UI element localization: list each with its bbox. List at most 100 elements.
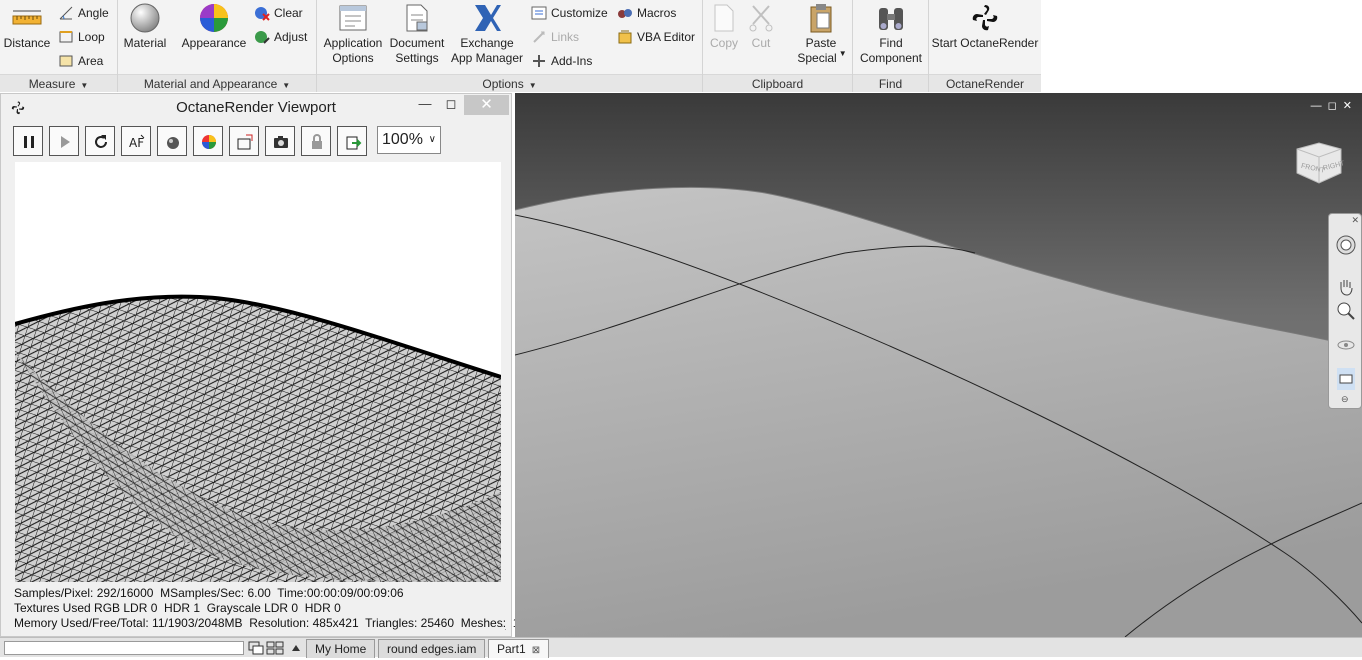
zoom-icon[interactable] [1335, 300, 1357, 322]
orbit-icon[interactable] [1335, 334, 1357, 356]
camera-button[interactable] [265, 126, 295, 156]
tab-part1[interactable]: Part1 ⊠ [488, 639, 550, 658]
adjust-label: Adjust [274, 30, 308, 44]
material-appearance-panel-title[interactable]: Material and Appearance ▼ [118, 74, 316, 92]
material-picker-button[interactable] [157, 126, 187, 156]
angle-button[interactable]: Angle [58, 3, 109, 23]
octane-status-area: Samples/Pixel: 292/16000 MSamples/Sec: 6… [14, 586, 519, 631]
octane-logo-icon [972, 5, 998, 31]
navbar-options-icon[interactable]: ⊖ [1341, 394, 1349, 405]
focus-picker-icon: AF [129, 134, 145, 150]
tile-windows-icon[interactable] [266, 641, 284, 655]
customize-button[interactable]: Customize [531, 3, 608, 23]
doc-settings-label-2: Settings [395, 51, 439, 65]
customize-icon [531, 6, 547, 20]
material-sphere-icon [130, 3, 160, 33]
chevron-down-icon: ▼ [80, 81, 89, 90]
paste-special-button[interactable]: Paste Special ▼ [797, 2, 847, 67]
zoom-select[interactable]: 100% ∨ [377, 126, 441, 154]
links-button[interactable]: Links [531, 27, 579, 47]
cascade-windows-icon[interactable] [248, 641, 264, 655]
play-button[interactable] [49, 126, 79, 156]
find-title-text: Find [878, 77, 903, 91]
octane-title-text: OctaneRender [945, 77, 1025, 91]
application-options-button[interactable]: Application Options [320, 2, 386, 66]
settings-export-button[interactable] [337, 126, 367, 156]
start-octanerender-label: Start OctaneRender [931, 36, 1039, 50]
chevron-down-icon: ▼ [528, 81, 537, 90]
clipboard-title-text: Clipboard [751, 77, 804, 91]
macros-icon [618, 8, 632, 18]
export-icon [237, 134, 253, 150]
pause-icon [24, 136, 34, 148]
pause-button[interactable] [13, 126, 43, 156]
cut-button[interactable]: Cut [745, 2, 777, 51]
chevron-down-icon: ∨ [428, 134, 436, 145]
ruler-icon [12, 10, 42, 25]
paste-label-1: Paste [805, 36, 837, 50]
command-input[interactable] [4, 641, 244, 655]
appearance-button[interactable]: Appearance [181, 2, 247, 51]
start-octanerender-button[interactable]: Start OctaneRender [931, 2, 1039, 51]
restart-icon [95, 135, 107, 148]
scissors-icon [749, 5, 773, 32]
vba-editor-icon [618, 30, 632, 44]
clipboard-icon [810, 4, 832, 33]
loop-button[interactable]: Loop [58, 27, 105, 47]
angle-icon [59, 6, 73, 20]
restart-button[interactable] [85, 126, 115, 156]
ribbon-empty-area [1041, 0, 1362, 92]
minimize-button[interactable]: — [415, 96, 435, 114]
app-options-label-2: Options [332, 51, 374, 65]
adjust-button[interactable]: Adjust [254, 27, 307, 47]
maximize-button[interactable]: ◻ [441, 96, 461, 114]
look-at-icon[interactable] [1335, 368, 1357, 390]
document-settings-icon [406, 4, 428, 32]
svg-text:AF: AF [129, 136, 144, 150]
tab-round-edges[interactable]: round edges.iam [378, 639, 486, 658]
find-component-button[interactable]: Find Component [856, 2, 926, 66]
color-picker-button[interactable] [193, 126, 223, 156]
wireframe-mesh-image [15, 294, 501, 582]
close-icon[interactable]: ✕ [1351, 215, 1359, 226]
material-button[interactable]: Material [120, 2, 170, 51]
material-label: Material [123, 36, 167, 50]
tab-menu-up-icon[interactable] [290, 641, 302, 655]
clipboard-panel: Copy Cut Paste Special ▼ Clipboard [703, 0, 853, 92]
close-icon[interactable]: ⊠ [532, 645, 540, 656]
exchange-app-manager-button[interactable]: Exchange App Manager [450, 2, 524, 66]
viewport-window-controls[interactable]: —◻✕ [1311, 99, 1358, 112]
focus-picker-button[interactable]: AF [121, 126, 151, 156]
paste-label-2: Special [797, 51, 837, 65]
exchange-label-2: App Manager [450, 51, 524, 65]
pan-hand-icon[interactable] [1335, 276, 1357, 298]
measure-title-text: Measure [28, 77, 76, 91]
options-panel-title[interactable]: Options ▼ [317, 74, 702, 92]
close-button[interactable]: ✕ [464, 95, 509, 115]
steering-wheel-icon[interactable] [1335, 234, 1357, 256]
material-appearance-title-text: Material and Appearance [143, 77, 278, 91]
appearance-label: Appearance [181, 36, 247, 50]
tab-my-home[interactable]: My Home [306, 639, 376, 658]
clear-button[interactable]: Clear [254, 3, 303, 23]
macros-label: Macros [637, 6, 677, 20]
copy-button[interactable]: Copy [706, 2, 742, 51]
vba-editor-label: VBA Editor [637, 30, 696, 44]
octane-title-bar[interactable]: OctaneRender Viewport — ◻ ✕ [1, 94, 511, 120]
area-button[interactable]: Area [58, 51, 103, 71]
octane-render-preview[interactable] [15, 162, 501, 582]
resize-grip-icon[interactable]: ⋱ [498, 621, 507, 632]
vba-editor-button[interactable]: VBA Editor [617, 27, 695, 47]
modeling-viewport[interactable]: —◻✕ FRONT RIGHT ✕ ⊖ [515, 93, 1362, 637]
macros-button[interactable]: Macros [617, 3, 676, 23]
measure-panel-title[interactable]: Measure ▼ [0, 74, 117, 92]
document-settings-button[interactable]: Document Settings [386, 2, 448, 66]
links-label: Links [551, 30, 580, 44]
viewcube[interactable]: FRONT RIGHT [1289, 139, 1345, 189]
distance-button[interactable]: Distance [2, 2, 52, 51]
export-button[interactable] [229, 126, 259, 156]
addins-button[interactable]: Add-Ins [531, 51, 592, 71]
lock-button[interactable] [301, 126, 331, 156]
zoom-value: 100% [382, 131, 423, 148]
status-memory-line: Memory Used/Free/Total: 11/1903/2048MB R… [14, 616, 520, 630]
